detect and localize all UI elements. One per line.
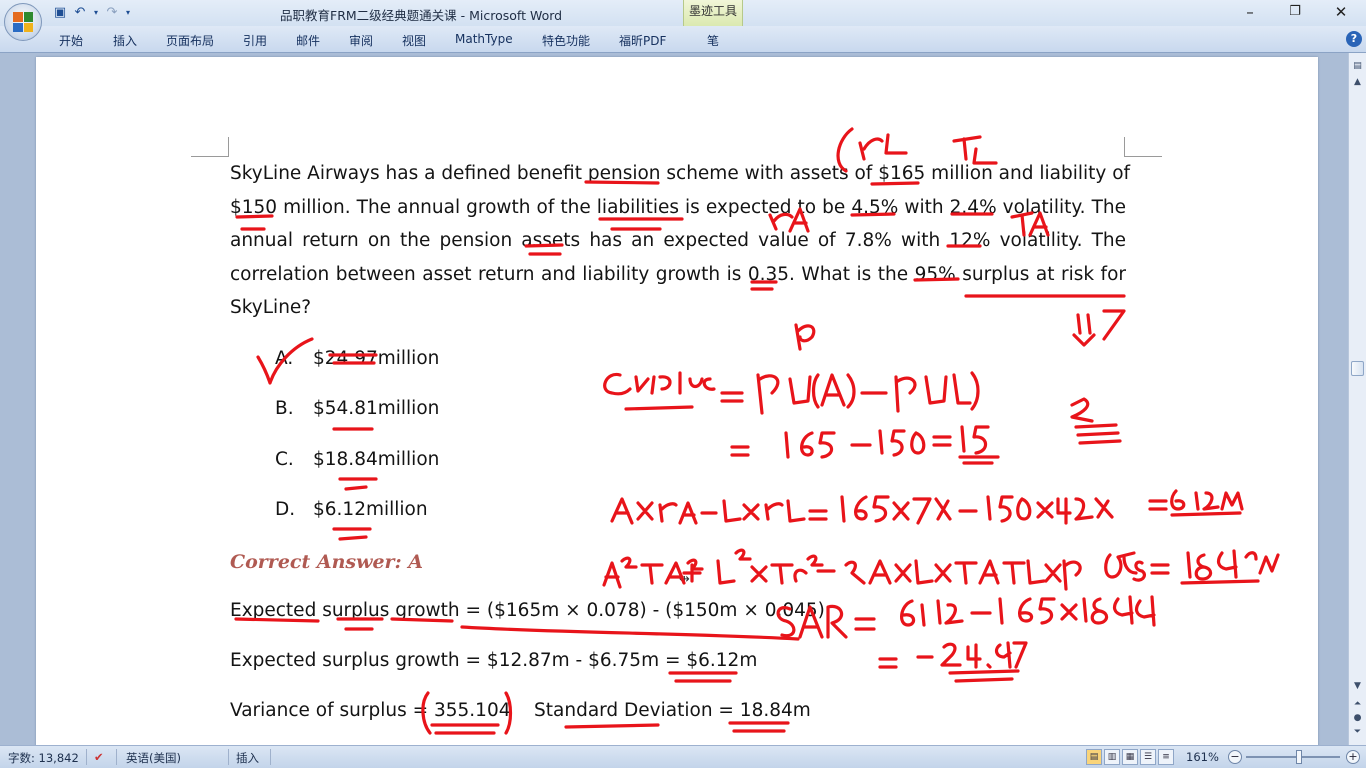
- document-area: SkyLine Airways has a defined benefit pe…: [0, 53, 1348, 745]
- save-icon[interactable]: ▣: [52, 5, 68, 21]
- option-c: C. $18.84million: [275, 449, 439, 470]
- divider: [228, 749, 229, 765]
- tab-home[interactable]: 开始: [59, 32, 83, 49]
- option-label: B.: [275, 398, 294, 419]
- calc-line-1: Expected surplus growth = ($165m × 0.078…: [230, 600, 825, 621]
- ruler-toggle-icon[interactable]: ▤: [1350, 59, 1365, 73]
- browse-object-icon[interactable]: ●: [1350, 711, 1365, 725]
- tab-special-features[interactable]: 特色功能: [542, 32, 590, 49]
- tab-mailings[interactable]: 邮件: [296, 32, 320, 49]
- proofing-icon[interactable]: ✔: [94, 750, 104, 764]
- quick-access-toolbar: ▣ ↶ ▾ ↷ ▾: [52, 4, 136, 22]
- title-bar: ▣ ↶ ▾ ↷ ▾ 品职教育FRM二级经典题通关课 - Microsoft Wo…: [0, 0, 1366, 41]
- restore-button[interactable]: ❐: [1282, 2, 1308, 22]
- zoom-level[interactable]: 161%: [1186, 750, 1219, 764]
- zoom-out-icon[interactable]: −: [1228, 750, 1242, 764]
- full-screen-reading-icon[interactable]: ▥: [1104, 749, 1120, 765]
- divider: [270, 749, 271, 765]
- vertical-scrollbar[interactable]: ▤ ▲ ▼ ⏶ ● ⏷: [1348, 53, 1366, 745]
- calc-line-3: Variance of surplus = 355.104 Standard D…: [230, 700, 811, 721]
- tab-mathtype[interactable]: MathType: [455, 32, 513, 46]
- question-line-1: SkyLine Airways has a defined benefit pe…: [230, 163, 1131, 184]
- option-text: $6.12million: [313, 499, 428, 520]
- crop-mark: [191, 137, 229, 157]
- window-title: 品职教育FRM二级经典题通关课 - Microsoft Word: [280, 8, 563, 23]
- help-icon[interactable]: ?: [1346, 31, 1362, 47]
- status-bar: 字数: 13,842 ✔ 英语(美国) 插入 ▤ ▥ ▦ ☰ ≡ 161% − …: [0, 745, 1366, 768]
- option-label: C.: [275, 449, 294, 470]
- print-layout-view-icon[interactable]: ▤: [1086, 749, 1102, 765]
- correct-answer-label: Correct Answer: A: [230, 551, 423, 573]
- option-text: $18.84million: [313, 449, 440, 470]
- scroll-up-icon[interactable]: ▲: [1350, 75, 1365, 89]
- question-line-5: SkyLine?: [230, 297, 312, 318]
- crop-mark: [1124, 137, 1162, 157]
- web-layout-icon[interactable]: ▦: [1122, 749, 1138, 765]
- word-count[interactable]: 字数: 13,842: [8, 750, 79, 766]
- option-label: D.: [275, 499, 296, 520]
- zoom-slider[interactable]: [1246, 756, 1340, 758]
- calc-line-2: Expected surplus growth = $12.87m - $6.7…: [230, 650, 758, 671]
- document-page[interactable]: SkyLine Airways has a defined benefit pe…: [36, 57, 1318, 745]
- previous-page-icon[interactable]: ⏶: [1350, 697, 1365, 711]
- option-text: $24.97million: [313, 348, 440, 369]
- undo-dropdown-icon[interactable]: ▾: [92, 5, 100, 21]
- redo-icon[interactable]: ↷: [104, 5, 120, 21]
- next-page-icon[interactable]: ⏷: [1350, 725, 1365, 739]
- tab-page-layout[interactable]: 页面布局: [166, 32, 214, 49]
- scroll-thumb[interactable]: [1351, 361, 1364, 376]
- option-d: D. $6.12million: [275, 499, 428, 520]
- office-logo-icon: [13, 12, 33, 32]
- draft-view-icon[interactable]: ≡: [1158, 749, 1174, 765]
- office-button[interactable]: [4, 3, 42, 41]
- close-button[interactable]: ✕: [1328, 2, 1354, 22]
- outline-view-icon[interactable]: ☰: [1140, 749, 1156, 765]
- tab-pen[interactable]: 笔: [707, 32, 719, 49]
- tab-references[interactable]: 引用: [243, 32, 267, 49]
- scroll-down-icon[interactable]: ▼: [1350, 679, 1365, 693]
- question-line-4: correlation between asset return and lia…: [230, 264, 1126, 285]
- undo-icon[interactable]: ↶: [72, 5, 88, 21]
- option-b: B. $54.81million: [275, 398, 439, 419]
- tab-insert[interactable]: 插入: [113, 32, 137, 49]
- tab-foxit-pdf[interactable]: 福昕PDF: [619, 32, 666, 49]
- tab-review[interactable]: 审阅: [349, 32, 373, 49]
- option-text: $54.81million: [313, 398, 440, 419]
- zoom-slider-thumb[interactable]: [1296, 750, 1302, 764]
- zoom-in-icon[interactable]: +: [1346, 750, 1360, 764]
- insert-mode[interactable]: 插入: [236, 750, 259, 766]
- ink-tools-context-tab: 墨迹工具: [683, 0, 743, 26]
- option-a: A. $24.97million: [275, 348, 439, 369]
- divider: [86, 749, 87, 765]
- divider: [116, 749, 117, 765]
- minimize-button[interactable]: –: [1237, 2, 1263, 22]
- language-indicator[interactable]: 英语(美国): [126, 750, 181, 766]
- option-label: A.: [275, 348, 294, 369]
- question-line-3: annual return on the pension assets has …: [230, 230, 1126, 251]
- customize-icon[interactable]: ▾: [124, 5, 132, 21]
- ribbon-tabs: 开始 插入 页面布局 引用 邮件 审阅 视图 MathType 特色功能 福昕P…: [0, 26, 1366, 53]
- tab-view[interactable]: 视图: [402, 32, 426, 49]
- move-cursor-icon: ⇹: [679, 572, 690, 587]
- question-line-2: $150 million. The annual growth of the l…: [230, 197, 1126, 218]
